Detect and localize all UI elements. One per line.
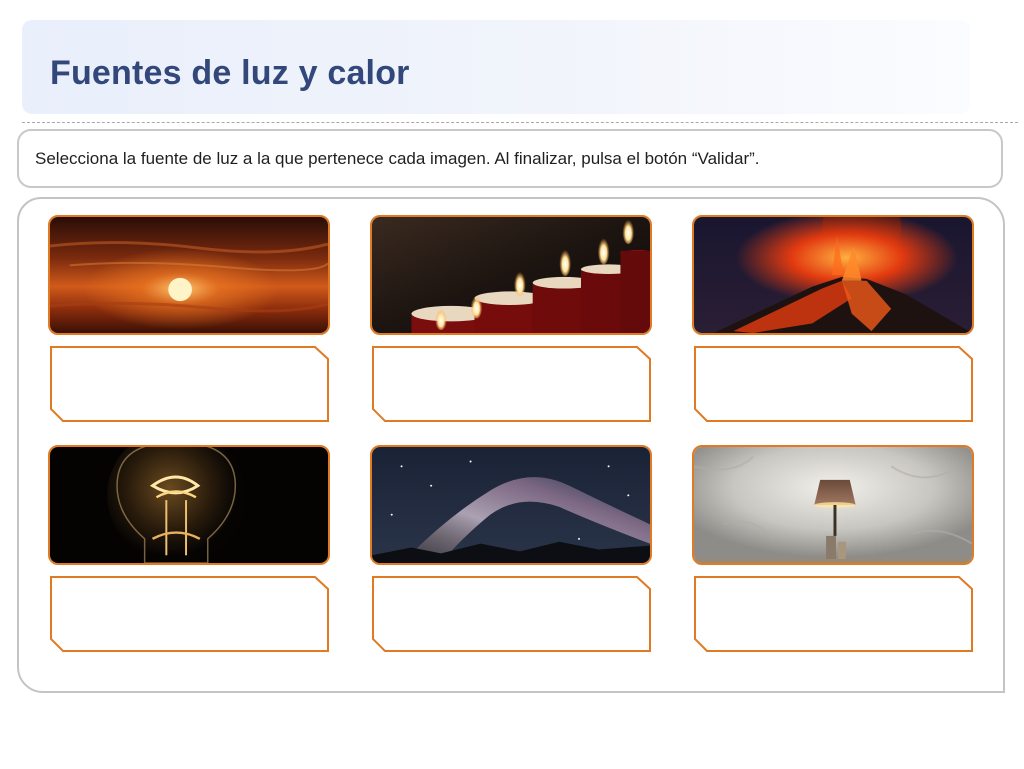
header-banner: Fuentes de luz y calor [22, 20, 970, 114]
volcano-photo [692, 215, 974, 335]
instruction-box: Selecciona la fuente de luz a la que per… [17, 129, 1003, 188]
sunset-photo [48, 215, 330, 335]
answer-slot-4[interactable] [50, 576, 329, 652]
instruction-text: Selecciona la fuente de luz a la que per… [35, 149, 760, 168]
header-divider [22, 122, 1018, 123]
milky-way-photo [370, 445, 652, 565]
answer-slot-6[interactable] [694, 576, 973, 652]
answer-slot-3[interactable] [694, 346, 973, 422]
light-bulb-photo [48, 445, 330, 565]
answer-slot-2[interactable] [372, 346, 651, 422]
answer-slot-5[interactable] [372, 576, 651, 652]
candles-photo [370, 215, 652, 335]
table-lamp-photo [692, 445, 974, 565]
answer-slot-1[interactable] [50, 346, 329, 422]
page-title: Fuentes de luz y calor [50, 54, 410, 92]
